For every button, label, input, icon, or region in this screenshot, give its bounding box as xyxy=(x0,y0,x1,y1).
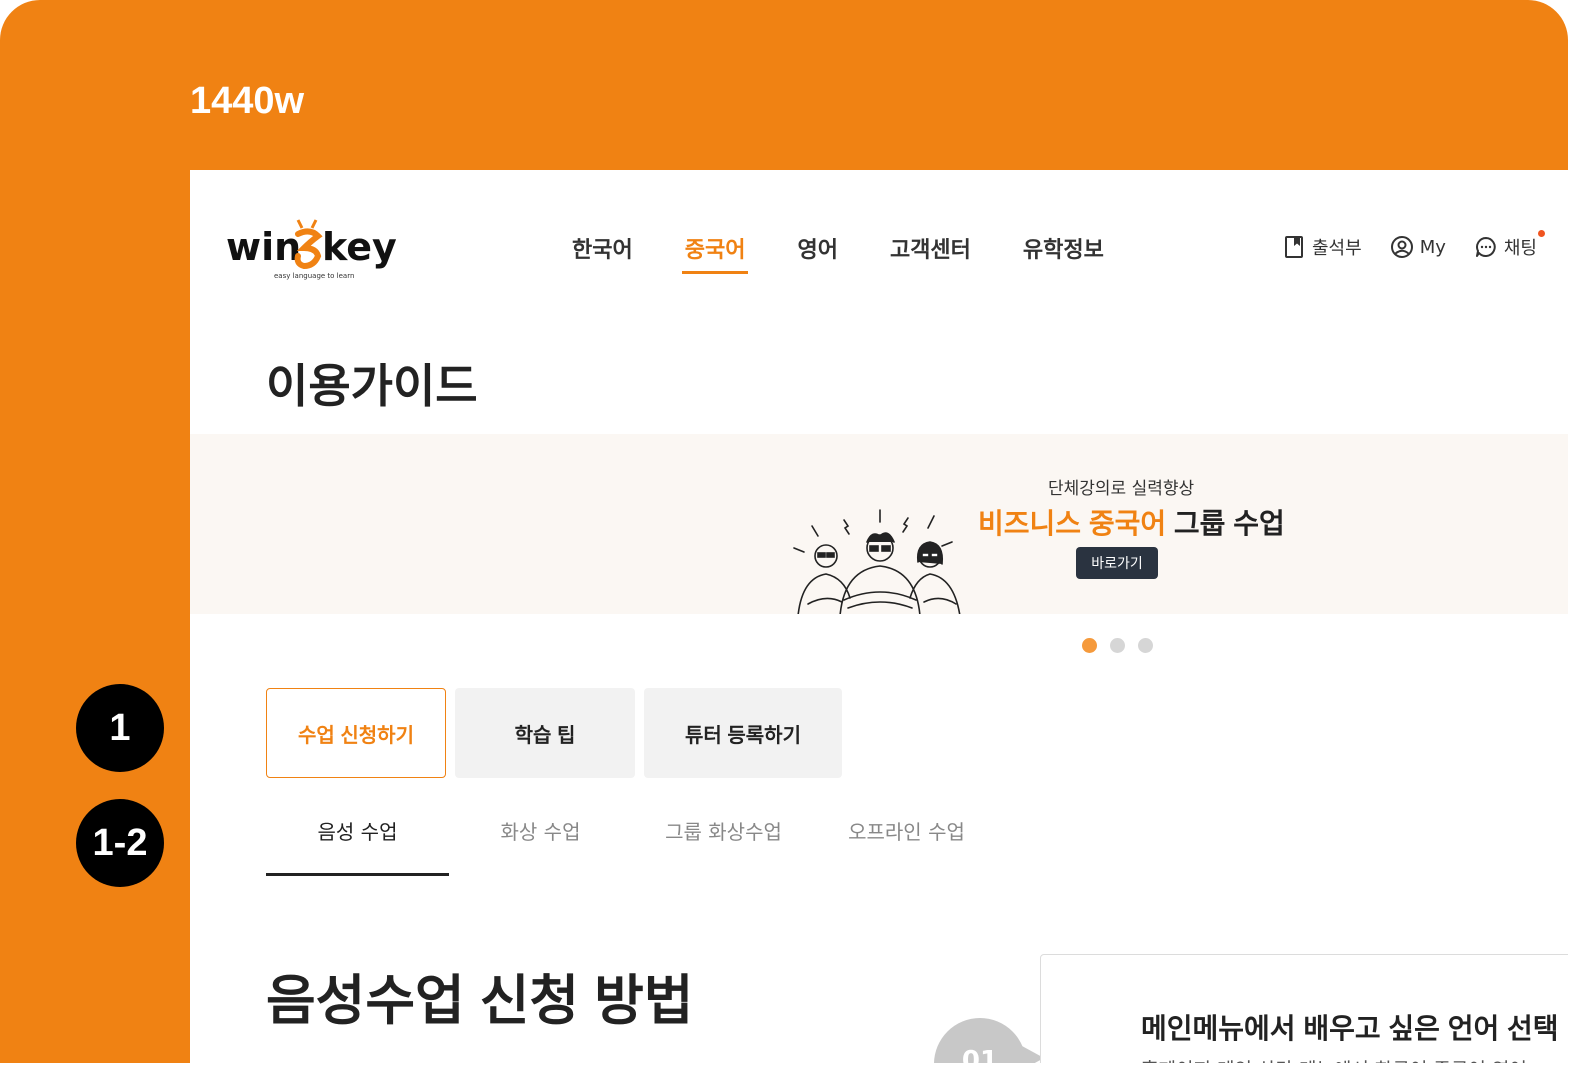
tab-study-tips[interactable]: 학습 팁 xyxy=(455,688,635,778)
banner-pagination xyxy=(1082,638,1166,653)
banner-title-highlight: 비즈니스 중국어 xyxy=(978,508,1167,539)
step-number-badge: 01 xyxy=(934,1018,1044,1063)
header-utilities: 출석부 My 채팅 xyxy=(1282,230,1565,260)
attendance-label: 출석부 xyxy=(1312,238,1362,259)
pagination-dot-1[interactable] xyxy=(1082,638,1097,653)
guide-tabs: 수업 신청하기 학습 팁 튜터 등록하기 xyxy=(266,688,851,778)
group-people-illustration xyxy=(793,509,961,614)
annotation-marker-1: 1 xyxy=(76,684,164,772)
subtab-voice-class[interactable]: 음성 수업 xyxy=(266,810,449,876)
tab-class-application[interactable]: 수업 신청하기 xyxy=(266,688,446,778)
frame-width-label: 1440w xyxy=(190,80,305,122)
svg-text:key: key xyxy=(322,225,396,269)
chat-link[interactable]: 채팅 xyxy=(1474,230,1545,260)
subtab-offline-class[interactable]: 오프라인 수업 xyxy=(815,810,998,876)
nav-item-korean[interactable]: 한국어 xyxy=(572,232,633,274)
section-title: 음성수업 신청 방법 xyxy=(266,971,694,1031)
step-description: 홈페이지 메인 상단 메뉴에서 한국어 중국어 영어 xyxy=(1141,1055,1527,1063)
chat-bubble-icon xyxy=(1475,237,1496,257)
nav-item-chinese[interactable]: 중국어 xyxy=(681,232,749,274)
user-circle-icon xyxy=(1390,236,1413,258)
banner-title: 비즈니스 중국어 그룹 수업 xyxy=(978,502,1285,542)
nav-item-english[interactable]: 영어 xyxy=(797,232,837,274)
my-label: My xyxy=(1419,236,1446,258)
subtab-group-video-class[interactable]: 그룹 화상수업 xyxy=(632,810,815,876)
chat-label: 채팅 xyxy=(1503,238,1537,259)
promo-banner[interactable]: 단체강의로 실력향상 비즈니스 중국어 그룹 수업 바로가기 xyxy=(190,434,1568,614)
main-nav: 한국어 중국어 영어 고객센터 유학정보 xyxy=(572,232,1156,274)
pagination-dot-2[interactable] xyxy=(1110,638,1125,653)
banner-subtitle: 단체강의로 실력향상 xyxy=(1048,479,1195,499)
pagination-dot-3[interactable] xyxy=(1138,638,1153,653)
class-type-subtabs: 음성 수업 화상 수업 그룹 화상수업 오프라인 수업 xyxy=(266,810,998,876)
attendance-link[interactable]: 출석부 xyxy=(1282,234,1362,260)
logo-tagline: easy language to learn xyxy=(274,272,354,280)
page-title: 이용가이드 xyxy=(266,360,478,412)
wingkey-logo[interactable]: win key easy language to learn xyxy=(226,218,396,288)
annotation-marker-1-2: 1-2 xyxy=(76,799,164,887)
step-title: 메인메뉴에서 배우고 싶은 언어 선택 xyxy=(1141,1013,1559,1044)
chat-notification-dot xyxy=(1538,230,1545,237)
banner-go-button[interactable]: 바로가기 xyxy=(1076,547,1158,579)
my-page-link[interactable]: My xyxy=(1390,235,1446,259)
subtab-video-class[interactable]: 화상 수업 xyxy=(449,810,632,876)
nav-item-customer-center[interactable]: 고객센터 xyxy=(890,232,971,274)
step-card: 메인메뉴에서 배우고 싶은 언어 선택 홈페이지 메인 상단 메뉴에서 한국어 … xyxy=(1040,954,1568,1063)
banner-title-rest: 그룹 수업 xyxy=(1173,508,1285,539)
website-screen: win key easy language to learn 한국어 중국어 영… xyxy=(190,170,1568,1063)
logo-wordmark: win xyxy=(226,225,301,269)
nav-item-study-abroad[interactable]: 유학정보 xyxy=(1023,232,1104,274)
bookmark-icon xyxy=(1285,236,1303,258)
tab-tutor-registration[interactable]: 튜터 등록하기 xyxy=(644,688,842,778)
presentation-frame: 1440w 1 1-2 win key easy language to lea… xyxy=(0,0,1568,1063)
